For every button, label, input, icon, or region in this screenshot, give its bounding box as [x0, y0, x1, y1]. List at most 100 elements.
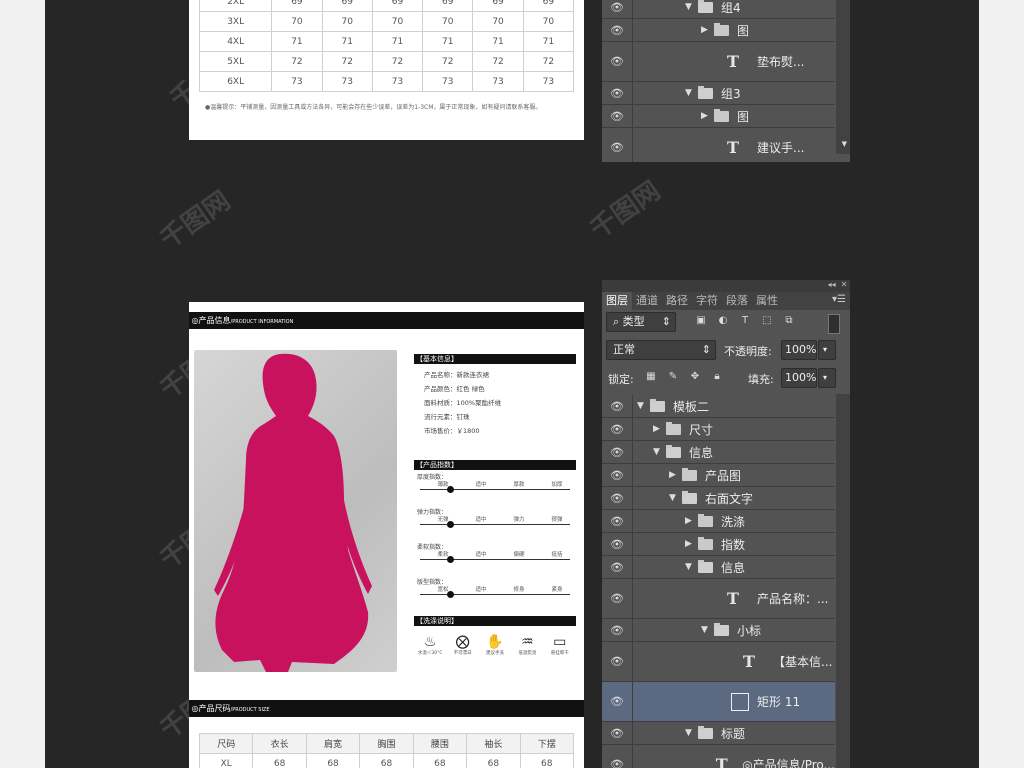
layer-row[interactable]: 👁︎ T 【基本信... [602, 642, 835, 682]
visibility-eye-icon[interactable]: 👁︎ [602, 642, 633, 681]
image-filter-icon[interactable]: ▣ [694, 314, 708, 328]
column-header: 胸围 [359, 733, 414, 754]
info-field: 市场售价：￥1800 [424, 427, 480, 435]
fill-dropdown-icon[interactable]: ▾ [818, 368, 836, 388]
folder-icon [698, 513, 713, 527]
layer-row[interactable]: 👁︎ T 垫布熨... [602, 42, 835, 82]
layer-name: ◎产品信息/Pro... [742, 758, 835, 768]
expand-open-icon[interactable]: ▼ [685, 88, 695, 98]
layer-content: T 【基本信... [633, 642, 835, 681]
table-cell: 69 [422, 0, 474, 12]
layer-row[interactable]: 👁︎ T 产品名称：... [602, 579, 835, 619]
table-cell: 73 [422, 71, 474, 92]
layer-content: ▼ 右面文字 [633, 487, 835, 509]
lock-transparent-icon[interactable]: ▦ [644, 370, 658, 384]
visibility-eye-icon[interactable]: 👁︎ [602, 19, 633, 41]
layer-content: 矩形 11 [633, 682, 835, 721]
opacity-input[interactable]: 100% [781, 340, 817, 360]
layer-row[interactable]: 👁︎ ▼ 信息 [602, 441, 835, 464]
tab-1[interactable]: 通道 [632, 292, 662, 310]
tab-3[interactable]: 字符 [692, 292, 722, 310]
visibility-eye-icon[interactable]: 👁︎ [602, 441, 633, 463]
visibility-eye-icon[interactable]: 👁︎ [602, 105, 633, 127]
layer-row[interactable]: 👁︎ ▼ 组3 [602, 82, 835, 105]
layer-row[interactable]: 👁︎ ▶ 洗涤 [602, 510, 835, 533]
text-filter-icon[interactable]: T [738, 314, 752, 328]
visibility-eye-icon[interactable]: 👁︎ [602, 745, 633, 768]
layer-row[interactable]: 👁︎ ▼ 右面文字 [602, 487, 835, 510]
visibility-eye-icon[interactable]: 👁︎ [602, 82, 633, 104]
visibility-eye-icon[interactable]: 👁︎ [602, 0, 633, 18]
expand-closed-icon[interactable]: ▶ [685, 539, 695, 549]
layer-row[interactable]: 👁︎ ▼ 信息 [602, 556, 835, 579]
tab-2[interactable]: 路径 [662, 292, 692, 310]
tab-0[interactable]: 图层 [602, 292, 632, 310]
expand-open-icon[interactable]: ▼ [685, 2, 695, 12]
expand-open-icon[interactable]: ▼ [701, 625, 711, 635]
expand-closed-icon[interactable]: ▶ [653, 424, 663, 434]
expand-open-icon[interactable]: ▼ [685, 728, 695, 738]
scrollbar[interactable] [836, 394, 850, 768]
visibility-eye-icon[interactable]: 👁︎ [602, 487, 633, 509]
visibility-eye-icon[interactable]: 👁︎ [602, 42, 633, 81]
scroll-down-icon[interactable]: ▼ [842, 140, 847, 148]
expand-closed-icon[interactable]: ▶ [685, 516, 695, 526]
expand-closed-icon[interactable]: ▶ [701, 25, 711, 35]
collapse-icon[interactable]: ◂◂ [828, 280, 836, 289]
layer-row[interactable]: 👁︎ 矩形 11 [602, 682, 835, 722]
index-knob [447, 486, 454, 493]
layer-row[interactable]: 👁︎ T ◎产品信息/Pro... [602, 745, 835, 768]
lock-all-icon[interactable]: 🔒︎ [710, 370, 724, 384]
visibility-eye-icon[interactable]: 👁︎ [602, 682, 633, 721]
expand-closed-icon[interactable]: ▶ [701, 111, 711, 121]
layer-row[interactable]: 👁︎ ▼ 模板二 [602, 395, 835, 418]
layer-row[interactable]: 👁︎ ▼ 组4 [602, 0, 835, 19]
layer-row[interactable]: 👁︎ ▶ 产品图 [602, 464, 835, 487]
opacity-dropdown-icon[interactable]: ▾ [818, 340, 836, 360]
layer-row[interactable]: 👁︎ T 建议手... [602, 128, 835, 162]
expand-closed-icon[interactable]: ▶ [669, 470, 679, 480]
tab-4[interactable]: 段落 [722, 292, 752, 310]
shape-filter-icon[interactable]: ⬚ [760, 314, 774, 328]
layer-row[interactable]: 👁︎ ▼ 小标 [602, 619, 835, 642]
adjustment-filter-icon[interactable]: ◐ [716, 314, 730, 328]
tab-5[interactable]: 属性 [752, 292, 782, 310]
visibility-eye-icon[interactable]: 👁︎ [602, 556, 633, 578]
visibility-eye-icon[interactable]: 👁︎ [602, 619, 633, 641]
layer-name: 信息 [689, 445, 714, 460]
visibility-eye-icon[interactable]: 👁︎ [602, 395, 633, 417]
layer-row[interactable]: 👁︎ ▼ 标题 [602, 722, 835, 745]
column-header: 袖长 [466, 733, 521, 754]
layer-content: ▼ 模板二 [633, 395, 835, 417]
expand-open-icon[interactable]: ▼ [669, 493, 679, 503]
layer-name: 图 [737, 109, 750, 124]
layer-row[interactable]: 👁︎ ▶ 图 [602, 19, 835, 42]
visibility-eye-icon[interactable]: 👁︎ [602, 510, 633, 532]
table-row: 5XL 72 72 72 72 72 72 [198, 51, 575, 72]
expand-open-icon[interactable]: ▼ [685, 562, 695, 572]
filter-toggle[interactable] [828, 314, 840, 334]
visibility-eye-icon[interactable]: 👁︎ [602, 579, 633, 618]
scale-label: 很弹 [551, 517, 563, 523]
visibility-eye-icon[interactable]: 👁︎ [602, 128, 633, 162]
expand-open-icon[interactable]: ▼ [637, 401, 647, 411]
close-icon[interactable]: ✕ [841, 280, 848, 289]
lock-paint-icon[interactable]: ✎ [666, 370, 680, 384]
visibility-eye-icon[interactable]: 👁︎ [602, 533, 633, 555]
expand-open-icon[interactable]: ▼ [653, 447, 663, 457]
table-cell: 5XL [198, 51, 273, 72]
scrollbar[interactable] [836, 0, 850, 154]
visibility-eye-icon[interactable]: 👁︎ [602, 722, 633, 744]
filter-select[interactable]: ⌕ 类型 ⇕ [606, 312, 676, 332]
smart-object-filter-icon[interactable]: ⧉ [782, 314, 796, 328]
blend-mode-select[interactable]: 正常 ⇕ [606, 340, 716, 360]
layer-row[interactable]: 👁︎ ▶ 指数 [602, 533, 835, 556]
layer-row[interactable]: 👁︎ ▶ 图 [602, 105, 835, 128]
visibility-eye-icon[interactable]: 👁︎ [602, 464, 633, 486]
layer-row[interactable]: 👁︎ ▶ 尺寸 [602, 418, 835, 441]
lock-move-icon[interactable]: ✥ [688, 370, 702, 384]
visibility-eye-icon[interactable]: 👁︎ [602, 418, 633, 440]
table-cell: 70 [472, 11, 524, 32]
fill-input[interactable]: 100% [781, 368, 817, 388]
panel-menu-icon[interactable]: ▾☰ [832, 294, 846, 305]
